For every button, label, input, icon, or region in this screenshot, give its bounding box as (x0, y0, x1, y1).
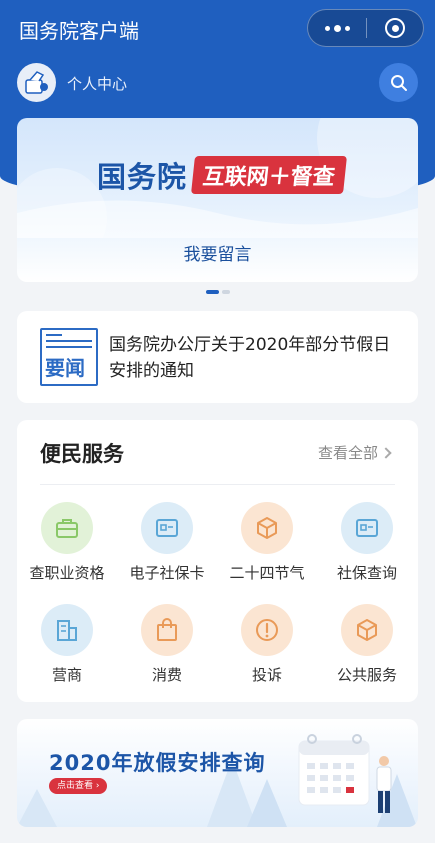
id-card-icon (341, 502, 393, 554)
more-dot-icon (333, 24, 341, 32)
chevron-right-icon (380, 446, 392, 459)
app-title: 国务院客户端 (19, 19, 139, 43)
carousel-dot (221, 290, 230, 294)
news-card[interactable]: 要闻 国务院办公厅关于2020年部分节假日安排的通知 (17, 311, 418, 403)
more-dot-icon (344, 25, 350, 31)
banner-logo-main: 国务院 (97, 160, 188, 194)
close-mini-program-button[interactable] (367, 10, 423, 46)
service-label: 二十四节气 (229, 564, 305, 582)
service-label: 电子社保卡 (129, 564, 205, 582)
service-item[interactable]: 营商 (17, 604, 117, 694)
building-icon (41, 604, 93, 656)
user-row: 个人中心 (0, 60, 435, 104)
service-item[interactable]: 投诉 (217, 604, 317, 694)
title-bar: 国务院客户端 (0, 0, 435, 56)
services-card: 便民服务 查看全部 查职业资格 电子社保卡 二十四节气 社保查询营商 消费 投诉 公共服务 (17, 420, 418, 702)
news-headline[interactable]: 国务院办公厅关于2020年部分节假日安排的通知 (109, 332, 404, 384)
news-icon-label: 要闻 (45, 356, 85, 380)
leave-message-link[interactable]: 我要留言 (17, 240, 418, 265)
service-label: 投诉 (251, 666, 282, 684)
holiday-banner[interactable]: 2020年放假安排查询 点击查看 › (17, 719, 418, 827)
briefcase-icon (41, 502, 93, 554)
mini-program-capsule (307, 9, 424, 47)
carousel-dot-active (205, 290, 219, 294)
target-icon (385, 18, 405, 38)
service-label: 营商 (51, 666, 82, 684)
alert-icon (241, 604, 293, 656)
view-all-link[interactable]: 查看全部 (318, 442, 392, 463)
service-item[interactable]: 社保查询 (317, 502, 417, 592)
service-item[interactable]: 公共服务 (317, 604, 417, 694)
service-label: 公共服务 (336, 666, 397, 684)
personal-center-link[interactable]: 个人中心 (67, 73, 127, 94)
holiday-title: 2020年放假安排查询 (49, 751, 266, 775)
view-holiday-button[interactable]: 点击查看 › (49, 778, 108, 794)
services-grid: 查职业资格 电子社保卡 二十四节气 社保查询营商 消费 投诉 公共服务 (17, 502, 418, 694)
news-icon: 要闻 (40, 328, 98, 386)
service-item[interactable]: 消费 (117, 604, 217, 694)
avatar[interactable] (17, 63, 56, 102)
service-label: 社保查询 (336, 564, 397, 582)
more-dot-icon (324, 25, 330, 31)
banner-logo-tag: 互联网＋督查 (191, 156, 348, 194)
view-all-label: 查看全部 (318, 444, 379, 462)
search-icon (390, 74, 407, 91)
carousel-indicator (0, 290, 435, 294)
service-item[interactable]: 查职业资格 (17, 502, 117, 592)
id-card-icon (141, 502, 193, 554)
shopping-bag-icon (141, 604, 193, 656)
user-avatar-icon (25, 71, 48, 94)
service-label: 消费 (151, 666, 182, 684)
service-item[interactable]: 电子社保卡 (117, 502, 217, 592)
cube-icon (341, 604, 393, 656)
service-item[interactable]: 二十四节气 (217, 502, 317, 592)
banner-logo: 国务院 互联网＋督查 (97, 154, 348, 196)
divider (40, 484, 395, 485)
supervision-banner[interactable]: 国务院 互联网＋督查 我要留言 (17, 118, 418, 282)
more-menu-button[interactable] (308, 10, 366, 46)
services-title: 便民服务 (40, 442, 124, 466)
service-label: 查职业资格 (29, 564, 105, 582)
search-button[interactable] (379, 63, 418, 102)
cube-icon (241, 502, 293, 554)
